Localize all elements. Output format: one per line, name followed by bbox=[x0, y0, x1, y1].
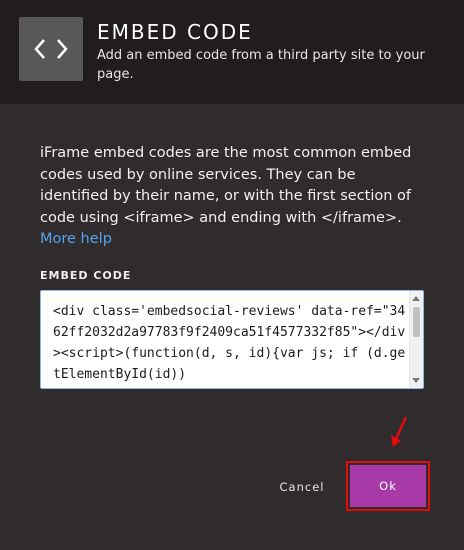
embed-code-label: EMBED CODE bbox=[40, 269, 132, 282]
dialog-title: EMBED CODE bbox=[97, 20, 253, 44]
intro-text: iFrame embed codes are the most common e… bbox=[40, 145, 412, 226]
cancel-button[interactable]: Cancel bbox=[276, 475, 328, 499]
scroll-thumb[interactable] bbox=[413, 307, 420, 337]
scroll-up-arrow-icon[interactable] bbox=[412, 296, 420, 301]
more-help-link[interactable]: More help bbox=[40, 231, 112, 247]
ok-button[interactable]: Ok bbox=[350, 465, 426, 507]
embed-code-value[interactable]: <div class='embedsocial-reviews' data-re… bbox=[53, 301, 409, 385]
code-brackets-icon bbox=[19, 17, 83, 81]
dialog-header: EMBED CODE Add an embed code from a thir… bbox=[0, 0, 464, 104]
intro-paragraph: iFrame embed codes are the most common e… bbox=[40, 143, 425, 251]
dialog-subtitle: Add an embed code from a third party sit… bbox=[97, 48, 425, 82]
red-arrow-annotation-icon bbox=[391, 416, 408, 447]
scroll-down-arrow-icon[interactable] bbox=[412, 378, 420, 383]
textarea-scrollbar[interactable] bbox=[409, 291, 423, 388]
embed-code-textarea[interactable]: <div class='embedsocial-reviews' data-re… bbox=[40, 290, 424, 389]
